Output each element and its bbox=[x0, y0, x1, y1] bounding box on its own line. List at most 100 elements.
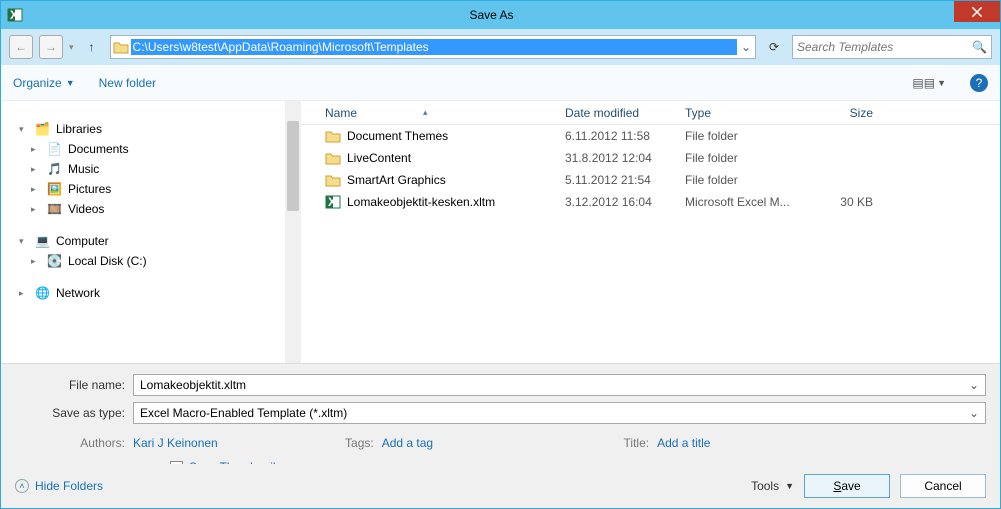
tags-value[interactable]: Add a tag bbox=[382, 436, 433, 450]
column-size[interactable]: Size bbox=[799, 106, 879, 120]
file-list: Name▴ Date modified Type Size Document T… bbox=[301, 101, 1000, 363]
column-date[interactable]: Date modified bbox=[559, 106, 679, 120]
title-label: Title: bbox=[609, 436, 649, 450]
file-row[interactable]: X Lomakeobjektit-kesken.xltm 3.12.2012 16:… bbox=[301, 191, 1000, 213]
music-icon: 🎵 bbox=[47, 162, 62, 176]
file-date: 5.11.2012 21:54 bbox=[559, 173, 679, 187]
sidebar-item-network[interactable]: ▸🌐Network bbox=[1, 283, 301, 303]
filename-input[interactable] bbox=[140, 378, 969, 392]
sidebar-item-documents[interactable]: ▸📄Documents bbox=[1, 139, 301, 159]
chevron-right-icon: ▸ bbox=[31, 144, 41, 155]
column-type[interactable]: Type bbox=[679, 106, 799, 120]
organize-menu[interactable]: Organize ▼ bbox=[13, 76, 75, 90]
recent-dropdown-icon[interactable]: ▾ bbox=[69, 42, 74, 53]
chevron-down-icon: ▼ bbox=[785, 481, 794, 491]
svg-text:X: X bbox=[328, 195, 336, 209]
sort-asc-icon: ▴ bbox=[423, 107, 428, 118]
pictures-icon: 🖼️ bbox=[47, 182, 62, 196]
navigation-bar: ← → ▾ ↑ C:\Users\w8test\AppData\Roaming\… bbox=[1, 29, 1000, 65]
arrow-right-icon: → bbox=[45, 40, 57, 54]
column-name[interactable]: Name▴ bbox=[319, 106, 559, 120]
documents-icon: 📄 bbox=[47, 142, 62, 156]
scrollbar-thumb[interactable] bbox=[287, 121, 299, 211]
chevron-down-icon: ▼ bbox=[937, 78, 946, 88]
chevron-right-icon: ▸ bbox=[31, 184, 41, 195]
file-name: LiveContent bbox=[347, 151, 411, 165]
file-type: File folder bbox=[679, 129, 799, 143]
svg-text:X: X bbox=[10, 8, 18, 22]
address-dropdown-icon[interactable]: ⌄ bbox=[737, 40, 755, 54]
search-box[interactable]: 🔍 bbox=[792, 35, 992, 59]
view-icon: ▤▤ bbox=[912, 76, 935, 90]
folder-icon bbox=[325, 151, 341, 165]
sidebar-scrollbar[interactable] bbox=[285, 101, 301, 363]
navigation-pane: ▾🗂️Libraries ▸📄Documents ▸🎵Music ▸🖼️Pict… bbox=[1, 101, 301, 363]
saveas-type-field[interactable]: Excel Macro-Enabled Template (*.xltm) ⌄ bbox=[133, 402, 986, 424]
saveas-label: Save as type: bbox=[15, 406, 133, 420]
tags-label: Tags: bbox=[334, 436, 374, 450]
address-bar[interactable]: C:\Users\w8test\AppData\Roaming\Microsof… bbox=[110, 35, 756, 59]
chevron-right-icon: ▸ bbox=[31, 204, 41, 215]
new-folder-button[interactable]: New folder bbox=[99, 76, 156, 90]
authors-label: Authors: bbox=[15, 436, 125, 450]
filename-label: File name: bbox=[15, 378, 133, 392]
titlebar: X Save As bbox=[1, 1, 1000, 29]
sidebar-item-pictures[interactable]: ▸🖼️Pictures bbox=[1, 179, 301, 199]
file-size: 30 KB bbox=[799, 195, 879, 209]
close-button[interactable] bbox=[954, 1, 1000, 22]
view-options[interactable]: ▤▤ ▼ bbox=[912, 76, 946, 90]
hide-folders-button[interactable]: ˄ Hide Folders bbox=[15, 479, 103, 493]
file-row[interactable]: LiveContent31.8.2012 12:04File folder bbox=[301, 147, 1000, 169]
toolbar: Organize ▼ New folder ▤▤ ▼ ? bbox=[1, 65, 1000, 101]
chevron-right-icon: ▸ bbox=[19, 288, 29, 299]
computer-icon: 💻 bbox=[35, 234, 50, 248]
excel-app-icon: X bbox=[1, 1, 29, 29]
sidebar-item-videos[interactable]: ▸🎞️Videos bbox=[1, 199, 301, 219]
chevron-down-icon: ▾ bbox=[19, 124, 29, 135]
file-type: File folder bbox=[679, 173, 799, 187]
drive-icon: 💽 bbox=[47, 254, 62, 268]
cancel-button[interactable]: Cancel bbox=[900, 474, 986, 498]
file-date: 3.12.2012 16:04 bbox=[559, 195, 679, 209]
file-row[interactable]: SmartArt Graphics5.11.2012 21:54File fol… bbox=[301, 169, 1000, 191]
refresh-button[interactable]: ⟳ bbox=[762, 35, 786, 59]
file-type: Microsoft Excel M... bbox=[679, 195, 799, 209]
saveas-type-value: Excel Macro-Enabled Template (*.xltm) bbox=[140, 406, 969, 420]
close-icon bbox=[972, 7, 982, 17]
column-headers: Name▴ Date modified Type Size bbox=[301, 101, 1000, 125]
save-as-dialog: X Save As ← → ▾ ↑ C:\Users\w8test\AppDat… bbox=[0, 0, 1001, 509]
main-area: ▾🗂️Libraries ▸📄Documents ▸🎵Music ▸🖼️Pict… bbox=[1, 101, 1000, 363]
window-title: Save As bbox=[29, 8, 954, 22]
libraries-icon: 🗂️ bbox=[35, 122, 50, 136]
chevron-down-icon[interactable]: ⌄ bbox=[969, 378, 979, 392]
folder-icon bbox=[325, 173, 341, 187]
sidebar-item-local-disk[interactable]: ▸💽Local Disk (C:) bbox=[1, 251, 301, 271]
footer: ˄ Hide Folders Tools ▼ Save Cancel bbox=[1, 464, 1000, 508]
back-button[interactable]: ← bbox=[9, 35, 33, 59]
file-name: Lomakeobjektit-kesken.xltm bbox=[347, 195, 495, 209]
refresh-icon: ⟳ bbox=[769, 40, 779, 54]
up-button[interactable]: ↑ bbox=[80, 35, 104, 59]
filename-field[interactable]: ⌄ bbox=[133, 374, 986, 396]
tools-menu[interactable]: Tools ▼ bbox=[751, 479, 794, 493]
title-value[interactable]: Add a title bbox=[657, 436, 710, 450]
chevron-up-icon: ˄ bbox=[15, 479, 29, 493]
chevron-down-icon[interactable]: ⌄ bbox=[969, 406, 979, 420]
address-path[interactable]: C:\Users\w8test\AppData\Roaming\Microsof… bbox=[131, 39, 737, 55]
authors-value[interactable]: Kari J Keinonen bbox=[133, 436, 218, 450]
sidebar-item-libraries[interactable]: ▾🗂️Libraries bbox=[1, 119, 301, 139]
sidebar-item-computer[interactable]: ▾💻Computer bbox=[1, 231, 301, 251]
search-input[interactable] bbox=[797, 40, 972, 54]
save-button[interactable]: Save bbox=[804, 474, 890, 498]
file-name: Document Themes bbox=[347, 129, 448, 143]
help-icon: ? bbox=[976, 76, 983, 90]
chevron-right-icon: ▸ bbox=[31, 164, 41, 175]
videos-icon: 🎞️ bbox=[47, 202, 62, 216]
file-row[interactable]: Document Themes6.11.2012 11:58File folde… bbox=[301, 125, 1000, 147]
arrow-up-icon: ↑ bbox=[89, 40, 95, 54]
help-button[interactable]: ? bbox=[970, 74, 988, 92]
folder-icon bbox=[111, 40, 131, 54]
chevron-down-icon: ▾ bbox=[19, 236, 29, 247]
network-icon: 🌐 bbox=[35, 286, 50, 300]
sidebar-item-music[interactable]: ▸🎵Music bbox=[1, 159, 301, 179]
